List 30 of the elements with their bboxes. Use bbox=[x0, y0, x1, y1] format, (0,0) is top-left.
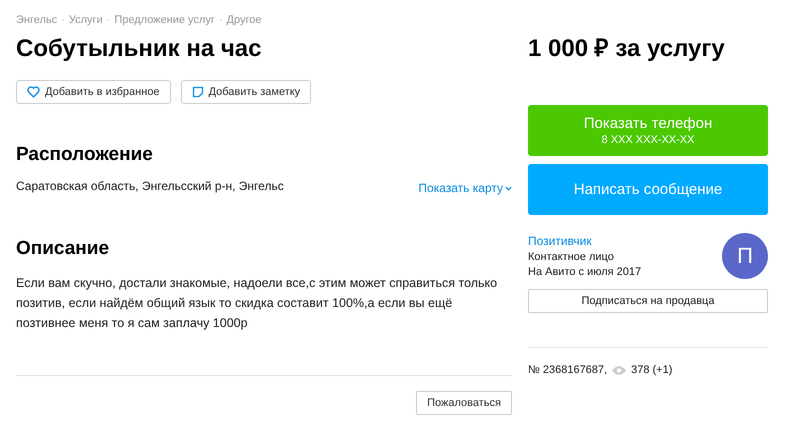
seller-avatar: П bbox=[722, 233, 768, 279]
section-heading: Описание bbox=[16, 237, 110, 261]
note-icon bbox=[192, 86, 204, 98]
show-phone-button[interactable]: Показать телефон 8 XXX XXX-XX-XX bbox=[528, 105, 768, 156]
eye-icon bbox=[612, 366, 626, 374]
seller-since: На Авито с июля 2017 bbox=[528, 266, 642, 278]
report-button[interactable]: Пожаловаться bbox=[416, 391, 512, 415]
address-text: Саратовская область, Энгельсский р-н, Энгельс bbox=[16, 179, 284, 193]
chevron-down-icon bbox=[505, 186, 512, 190]
breadcrumb-separator: · bbox=[106, 14, 110, 26]
breadcrumb-link[interactable]: Предложение услуг bbox=[114, 14, 215, 26]
price: 1 000 ₽ за услугу bbox=[528, 34, 726, 64]
seller-name-link[interactable]: Позитивчик bbox=[528, 234, 642, 248]
listing-title: Собутыльник на час bbox=[16, 34, 262, 64]
section-heading: Расположение bbox=[16, 143, 154, 167]
breadcrumb-link[interactable]: Энгельс bbox=[16, 14, 58, 26]
breadcrumb-link[interactable]: Другое bbox=[226, 14, 262, 26]
view-count: 378 (+1) bbox=[631, 364, 672, 376]
breadcrumb-link[interactable]: Услуги bbox=[68, 14, 103, 26]
description-text: Если вам скучно, достали знакомые, надоели все,с этим может справиться только позитив, если найдём общий язык то скидка составит 100%,а если вы ещё позтивнее меня то я сам заплачу 1000р bbox=[16, 275, 498, 332]
listing-number: № 2368167687, bbox=[528, 364, 608, 376]
breadcrumb-separator: · bbox=[218, 14, 223, 26]
seller-role: Контактное лицо bbox=[528, 251, 615, 263]
write-message-button[interactable]: Написать сообщение bbox=[528, 164, 768, 215]
breadcrumb-separator: · bbox=[61, 14, 65, 26]
subscribe-button[interactable]: Подписаться на продавца bbox=[528, 289, 768, 313]
heart-icon bbox=[27, 86, 40, 98]
action-button[interactable]: Добавить заметку bbox=[180, 80, 312, 104]
show-map-link[interactable]: Показать карту bbox=[418, 181, 512, 195]
action-button[interactable]: Добавить в избранное bbox=[16, 80, 171, 104]
